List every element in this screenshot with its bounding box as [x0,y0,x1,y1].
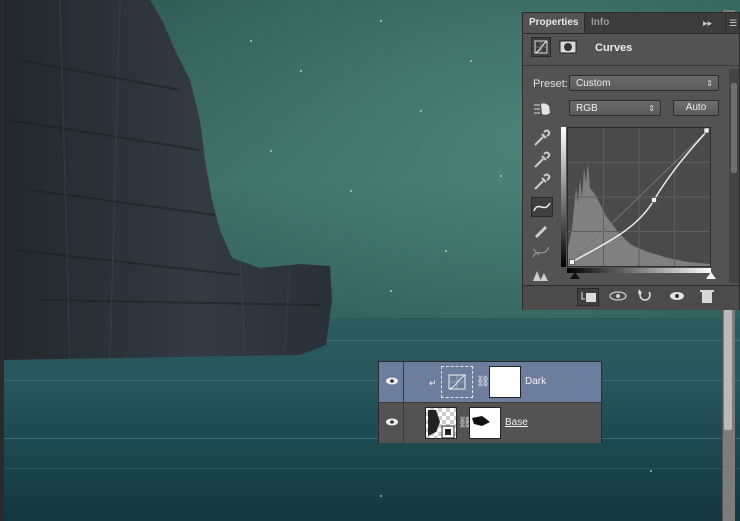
properties-panel: Properties Info ▸▸ ☰ Curves Preset: Cust… [522,12,740,310]
layer-row[interactable]: ⛓ Base [379,402,601,443]
channel-value: RGB [576,103,598,114]
wave-line [0,380,740,381]
clipping-arrow-icon: ↵ [429,378,437,388]
dropdown-arrows-icon: ⇕ [706,79,713,88]
channel-dropdown[interactable]: RGB ⇕ [569,100,661,116]
tab-info[interactable]: Info [585,13,615,33]
preset-dropdown[interactable]: Custom ⇕ [569,75,719,91]
view-previous-state-icon[interactable] [607,288,629,306]
star [420,110,422,112]
visibility-eye-icon[interactable] [385,415,399,429]
star [350,190,352,192]
layer-name[interactable]: Dark [525,376,546,387]
clip-to-layer-icon[interactable] [577,288,599,306]
star [445,250,447,252]
star [470,60,472,62]
preset-value: Custom [576,78,611,89]
preset-label: Preset: [533,78,568,90]
toggle-visibility-icon[interactable] [667,288,689,306]
auto-button[interactable]: Auto [673,100,719,116]
clipping-warning-icon[interactable] [531,265,553,285]
panel-divider [523,65,739,66]
panel-scrollbar-thumb[interactable] [731,83,737,173]
star [650,470,652,472]
star [300,70,302,72]
input-gradient-bar [567,268,711,273]
adjustment-header: Curves [531,37,731,59]
layer-divider [403,362,404,402]
curve-point[interactable] [703,127,710,134]
panel-menu-icon[interactable]: ☰ [725,13,737,33]
curves-graph[interactable] [567,127,711,267]
curves-graph-canvas[interactable] [567,127,711,267]
black-input-slider[interactable] [570,272,580,279]
layer-divider [403,403,404,443]
draw-pencil-icon[interactable] [531,221,553,241]
visibility-eye-icon[interactable] [385,374,399,388]
star [380,20,382,22]
wave-line [0,438,740,439]
curve-point[interactable] [569,259,575,265]
white-input-slider[interactable] [706,272,716,279]
star [390,290,392,292]
link-chain-icon[interactable]: ⛓ [476,375,490,388]
dropdown-arrows-icon: ⇕ [648,104,655,113]
adjustment-title: Curves [595,42,633,54]
curves-adjustment-icon[interactable] [531,37,551,57]
star [380,495,382,497]
wave-line [0,468,740,469]
output-gradient-bar [561,127,566,267]
edit-points-curve-icon[interactable] [531,197,553,217]
layers-panel: ↵ ⛓ Dark ⛓ Base [378,361,602,443]
smooth-curve-icon[interactable] [531,243,553,263]
smart-object-thumbnail[interactable] [425,407,457,439]
curves-layer-thumbnail[interactable] [441,366,473,398]
window-left-edge [0,0,4,521]
collapse-panel-icon[interactable]: ▸▸ [703,13,712,33]
reset-adjustment-icon[interactable] [635,288,657,306]
star [500,175,502,177]
layer-row[interactable]: ↵ ⛓ Dark [379,362,601,402]
star [270,150,272,152]
targeted-adjustment-hand-icon[interactable] [533,100,553,120]
layer-mask-icon[interactable] [559,38,577,56]
sample-black-eyedropper-icon[interactable] [531,129,553,149]
layer-mask-thumbnail[interactable] [469,407,501,439]
sample-gray-eyedropper-icon[interactable] [531,151,553,171]
panel-bottom-bar [523,285,739,310]
layer-name[interactable]: Base [505,417,528,428]
sample-white-eyedropper-icon[interactable] [531,173,553,193]
panel-tabs: Properties Info ▸▸ ☰ [523,13,739,34]
star [250,40,252,42]
layer-mask-thumbnail[interactable] [489,366,521,398]
tab-properties[interactable]: Properties [523,13,586,33]
curve-point[interactable] [651,197,657,203]
delete-adjustment-icon[interactable] [697,288,719,306]
cliff-image [0,0,332,360]
